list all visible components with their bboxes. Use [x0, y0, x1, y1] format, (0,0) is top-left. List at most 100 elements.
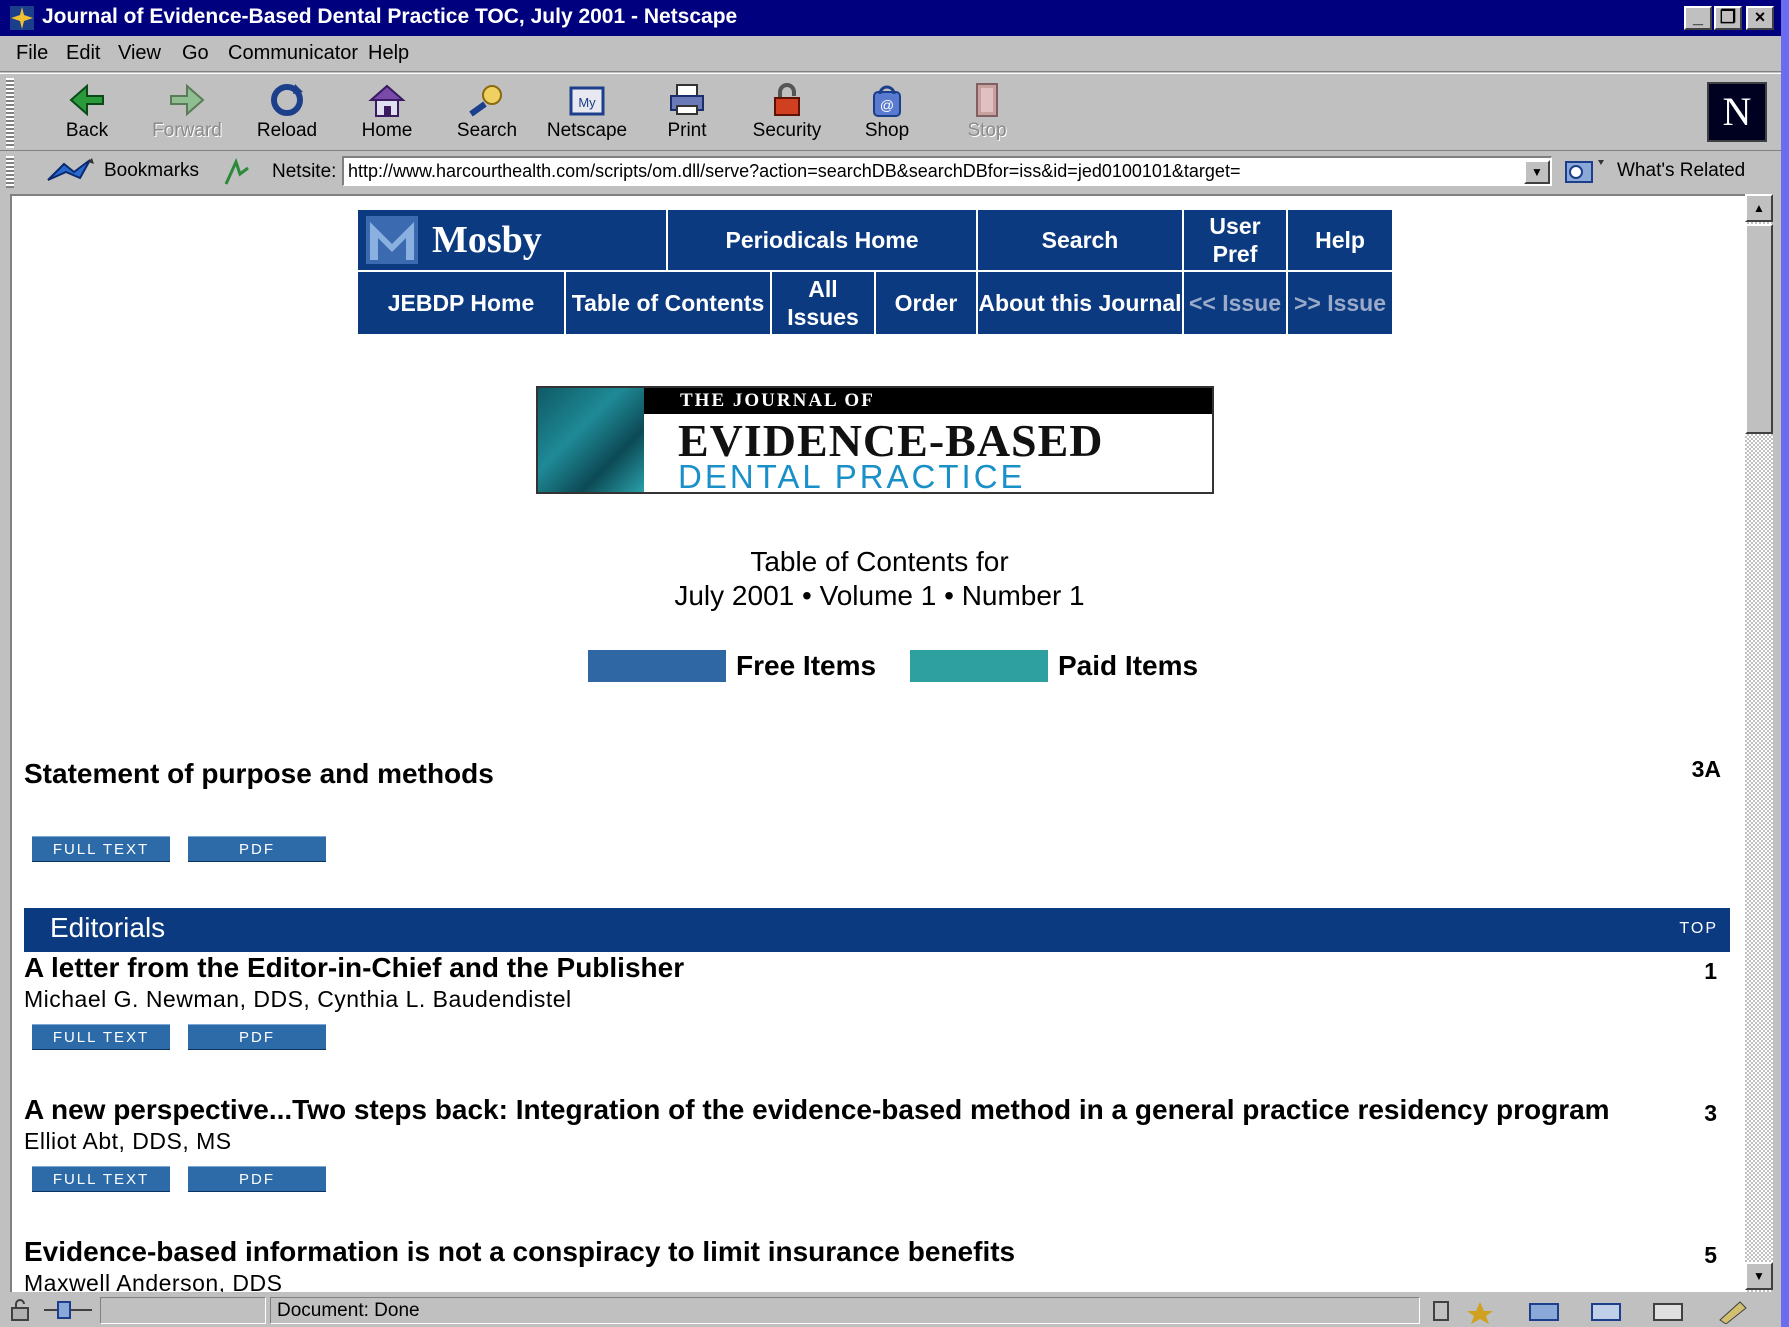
netscape-logo[interactable]: N [1707, 82, 1767, 142]
home-icon [368, 84, 406, 117]
reload-button[interactable]: Reload [238, 78, 336, 148]
page-content: Mosby Periodicals Home Search User Pref … [10, 194, 1745, 1292]
menu-bar: File Edit View Go Communicator Help [0, 36, 1781, 72]
banner-line-3: DENTAL PRACTICE [678, 458, 1026, 494]
bookmarks-icon[interactable] [44, 158, 96, 186]
component-bar-icons[interactable] [1430, 1298, 1770, 1324]
article-authors: Maxwell Anderson, DDS [24, 1270, 283, 1292]
article-title[interactable]: A letter from the Editor-in-Chief and th… [24, 952, 684, 984]
back-arrow-icon [69, 83, 104, 117]
section-title: Editorials [50, 912, 166, 943]
table-of-contents-link[interactable]: Table of Contents [566, 272, 770, 334]
banner-line-1: THE JOURNAL OF [644, 388, 1212, 414]
shop-button[interactable]: @ Shop [838, 78, 936, 148]
browser-window: Journal of Evidence-Based Dental Practic… [0, 0, 1781, 1327]
stop-button[interactable]: Stop [938, 78, 1036, 148]
connection-icon [44, 1301, 92, 1319]
back-button[interactable]: Back [38, 78, 136, 148]
close-button[interactable]: × [1746, 6, 1774, 30]
netscape-button[interactable]: My Netscape [538, 78, 636, 148]
title-bar: Journal of Evidence-Based Dental Practic… [0, 0, 1781, 36]
forward-arrow-icon [170, 83, 205, 117]
nav-help-link[interactable]: Help [1288, 210, 1392, 270]
printer-icon [670, 84, 704, 115]
article-full-text-button[interactable]: FULL TEXT [32, 1024, 170, 1050]
vertical-scrollbar[interactable]: ▲ ▼ [1745, 194, 1773, 1292]
journal-banner: THE JOURNAL OF EVIDENCE-BASED DENTAL PRA… [536, 386, 1214, 494]
desktop-background-edge [1781, 0, 1789, 1327]
next-issue-link[interactable]: >> Issue [1288, 272, 1392, 334]
article-page: 1 [1704, 958, 1717, 984]
menu-edit[interactable]: Edit [66, 42, 100, 65]
article-pdf-button[interactable]: PDF [188, 1166, 326, 1192]
security-lock-icon[interactable] [8, 1298, 40, 1322]
bookmarks-label[interactable]: Bookmarks [104, 160, 199, 182]
free-items-label: Free Items [736, 650, 877, 681]
paid-items-swatch [910, 650, 1048, 682]
restore-button[interactable]: ❐ [1714, 6, 1742, 30]
whats-related-icon[interactable] [1562, 158, 1608, 186]
about-journal-link[interactable]: About this Journal [978, 272, 1182, 334]
scroll-thumb[interactable] [1745, 224, 1773, 434]
scroll-up-button[interactable]: ▲ [1745, 194, 1773, 222]
location-grip[interactable] [6, 156, 14, 188]
jebdp-home-link[interactable]: JEBDP Home [358, 272, 564, 334]
menu-go[interactable]: Go [182, 42, 209, 65]
statement-full-text-button[interactable]: FULL TEXT [32, 836, 170, 862]
toc-heading: Table of Contents for [750, 546, 1009, 577]
nav-search-link[interactable]: Search [978, 210, 1182, 270]
section-header-editorials: Editorials TOP [24, 908, 1730, 952]
mosby-m-icon [366, 216, 418, 264]
navigation-toolbar: Back Forward Reload Home Search My Netsc… [0, 73, 1781, 151]
issue-info: July 2001 • Volume 1 • Number 1 [674, 580, 1085, 611]
url-input[interactable]: http://www.harcourthealth.com/scripts/om… [342, 156, 1552, 186]
statement-pdf-button[interactable]: PDF [188, 836, 326, 862]
all-issues-link[interactable]: All Issues [772, 272, 874, 334]
article-page: 5 [1704, 1242, 1717, 1268]
my-netscape-icon: My [569, 86, 605, 116]
svg-text:@: @ [880, 97, 894, 113]
window-title: Journal of Evidence-Based Dental Practic… [42, 5, 738, 28]
search-button[interactable]: Search [438, 78, 536, 148]
article-pdf-button[interactable]: PDF [188, 1024, 326, 1050]
url-dropdown-button[interactable]: ▼ [1524, 160, 1550, 184]
article-full-text-button[interactable]: FULL TEXT [32, 1166, 170, 1192]
svg-text:My: My [578, 95, 596, 110]
banner-photo [538, 388, 644, 492]
statement-page: 3A [1691, 756, 1721, 782]
page-proxy-icon[interactable] [222, 158, 252, 186]
toolbar-grip[interactable] [6, 78, 14, 148]
article-authors: Elliot Abt, DDS, MS [24, 1128, 232, 1154]
article-page: 3 [1704, 1100, 1717, 1126]
home-button[interactable]: Home [338, 78, 436, 148]
padlock-icon [774, 83, 800, 116]
menu-view[interactable]: View [118, 42, 161, 65]
location-bar: Bookmarks Netsite: http://www.harcourthe… [0, 152, 1781, 192]
minimize-button[interactable]: _ [1684, 6, 1712, 30]
article-title[interactable]: Evidence-based information is not a cons… [24, 1236, 1015, 1268]
menu-help[interactable]: Help [368, 42, 409, 65]
menu-communicator[interactable]: Communicator [228, 42, 358, 65]
scroll-down-button[interactable]: ▼ [1745, 1262, 1773, 1290]
order-link[interactable]: Order [876, 272, 976, 334]
statement-title[interactable]: Statement of purpose and methods [24, 758, 494, 790]
forward-button[interactable]: Forward [138, 78, 236, 148]
previous-issue-link[interactable]: << Issue [1184, 272, 1286, 334]
periodicals-home-link[interactable]: Periodicals Home [668, 210, 976, 270]
netscape-app-icon [10, 6, 34, 30]
print-button[interactable]: Print [638, 78, 736, 148]
free-items-swatch [588, 650, 726, 682]
menu-file[interactable]: File [16, 42, 48, 65]
stop-icon [976, 83, 998, 117]
mosby-brand-text: Mosby [432, 219, 542, 261]
user-pref-link[interactable]: User Pref [1184, 210, 1286, 270]
status-text: Document: Done [270, 1297, 1420, 1324]
top-link[interactable]: TOP [1679, 920, 1718, 938]
reload-icon [271, 84, 303, 116]
mosby-logo-link[interactable]: Mosby [358, 210, 666, 270]
whats-related-label[interactable]: What's Related [1617, 160, 1745, 182]
search-icon [469, 85, 502, 117]
security-button[interactable]: Security [738, 78, 836, 148]
progress-bar [100, 1297, 266, 1324]
article-title[interactable]: A new perspective...Two steps back: Inte… [24, 1094, 1610, 1126]
